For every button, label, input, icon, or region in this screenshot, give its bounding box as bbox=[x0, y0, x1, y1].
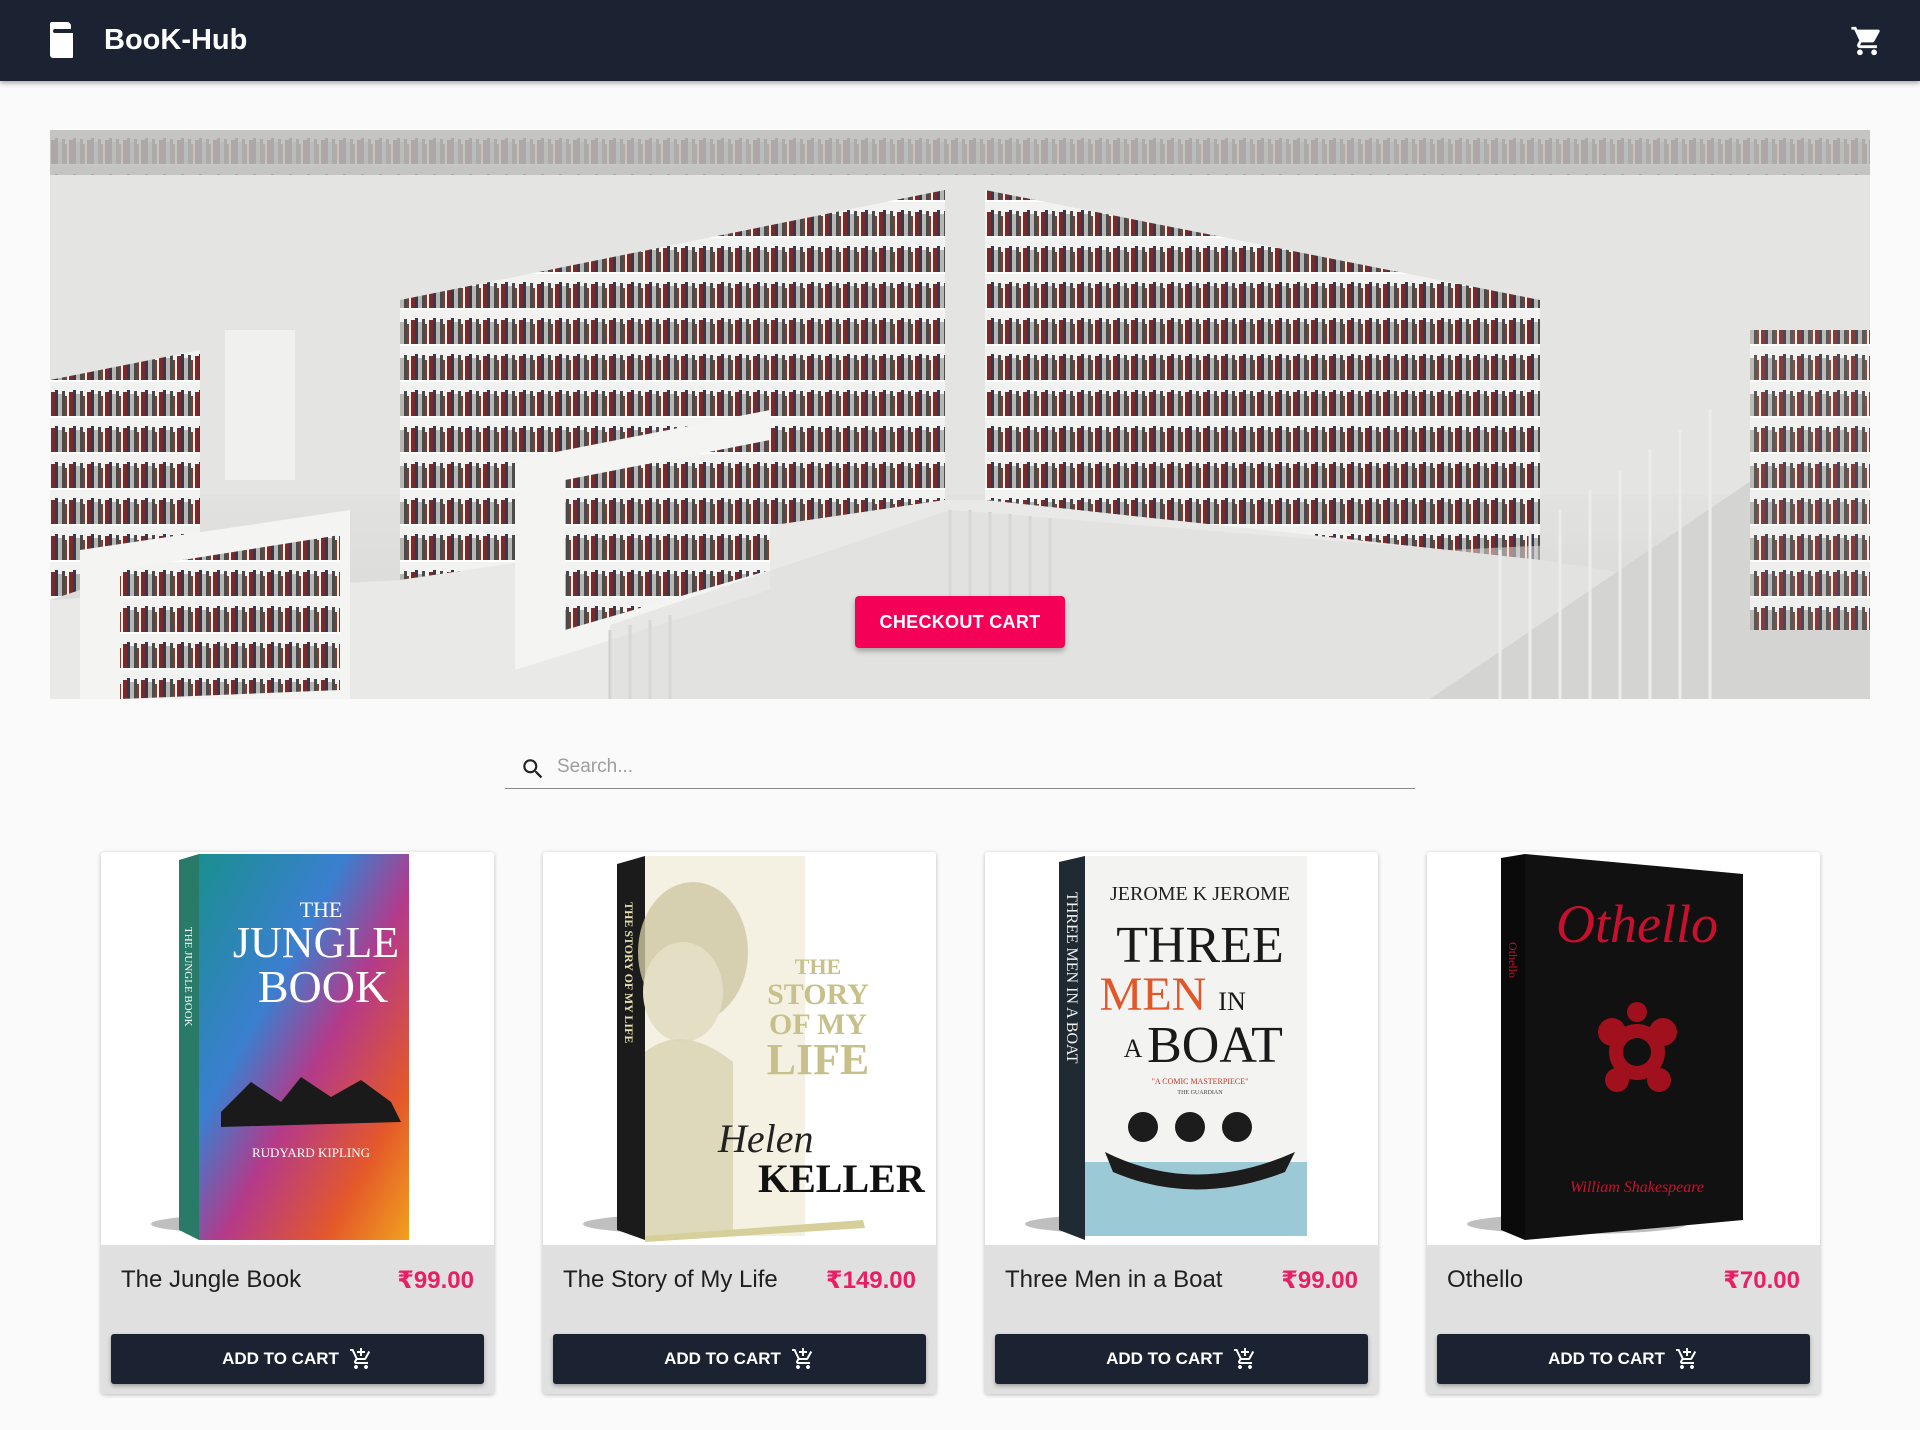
product-card: THE JUNGLE BOOK RUDYARD KIPLING THE JUNG… bbox=[101, 852, 494, 1394]
add-to-cart-button[interactable]: ADD TO CART bbox=[111, 1334, 484, 1384]
cover-text: BOAT bbox=[1147, 1017, 1283, 1074]
add-shopping-cart-icon bbox=[1675, 1348, 1697, 1369]
product-price: ₹149.00 bbox=[825, 1267, 916, 1294]
cover-spine: THE JUNGLE BOOK bbox=[182, 927, 194, 1027]
product-title: Three Men in a Boat bbox=[1005, 1266, 1223, 1293]
cover-text: BOOK bbox=[258, 961, 388, 1012]
cover-title: Othello bbox=[1556, 894, 1718, 954]
cover-spine: Othello bbox=[1506, 942, 1520, 978]
add-to-cart-button[interactable]: ADD TO CART bbox=[553, 1334, 926, 1384]
add-shopping-cart-icon bbox=[349, 1348, 371, 1369]
add-to-cart-label: ADD TO CART bbox=[664, 1349, 781, 1368]
product-image[interactable]: Othello William Shakespeare Othello bbox=[1427, 852, 1820, 1245]
product-price: ₹99.00 bbox=[397, 1267, 474, 1294]
brand-title[interactable]: BooK-Hub bbox=[104, 20, 247, 60]
product-title: The Jungle Book bbox=[121, 1266, 302, 1293]
cover-spine: THE STORY OF MY LIFE bbox=[622, 902, 636, 1043]
book-cover-three-men-in-a-boat: JEROME K JEROME THREE MEN IN A BOAT "A C… bbox=[1025, 856, 1307, 1240]
cover-author: JEROME K JEROME bbox=[1110, 883, 1290, 905]
product-card: Othello William Shakespeare Othello Othe… bbox=[1427, 852, 1820, 1394]
checkout-cart-button[interactable]: CHECKOUT CART bbox=[855, 596, 1065, 648]
cover-author-first: Helen bbox=[717, 1116, 814, 1161]
search-icon bbox=[523, 759, 543, 779]
search-bar bbox=[505, 744, 1415, 789]
cover-text: IN bbox=[1218, 987, 1246, 1016]
add-to-cart-label: ADD TO CART bbox=[222, 1349, 339, 1368]
product-image[interactable]: THE STORY OF MY LIFE Helen KELLER THE ST… bbox=[543, 852, 936, 1245]
add-to-cart-button[interactable]: ADD TO CART bbox=[995, 1334, 1368, 1384]
search-input[interactable] bbox=[557, 750, 1397, 784]
hero-banner: CHECKOUT CART bbox=[50, 130, 1870, 699]
product-image[interactable]: JEROME K JEROME THREE MEN IN A BOAT "A C… bbox=[985, 852, 1378, 1245]
book-cover-jungle-book: THE JUNGLE BOOK RUDYARD KIPLING THE JUNG… bbox=[151, 854, 409, 1240]
cover-text: STORY bbox=[767, 978, 869, 1011]
cover-author-last: KELLER bbox=[758, 1156, 926, 1201]
cover-spine: THREE MEN IN A BOAT bbox=[1063, 892, 1080, 1064]
add-to-cart-button[interactable]: ADD TO CART bbox=[1437, 1334, 1810, 1384]
app-bar: BooK-Hub bbox=[0, 0, 1920, 81]
product-title: The Story of My Life bbox=[563, 1266, 778, 1293]
book-cover-story-of-my-life: THE STORY OF MY LIFE Helen KELLER THE ST… bbox=[583, 856, 926, 1242]
product-title: Othello bbox=[1447, 1266, 1524, 1293]
product-price: ₹99.00 bbox=[1281, 1267, 1358, 1294]
cover-text: THE bbox=[795, 954, 841, 979]
product-price: ₹70.00 bbox=[1723, 1267, 1800, 1294]
cart-icon[interactable] bbox=[1850, 24, 1884, 58]
product-card: THE STORY OF MY LIFE Helen KELLER THE ST… bbox=[543, 852, 936, 1394]
product-image[interactable]: THE JUNGLE BOOK RUDYARD KIPLING THE JUNG… bbox=[101, 852, 494, 1245]
cover-text: JUNGLE bbox=[233, 918, 399, 967]
product-card: JEROME K JEROME THREE MEN IN A BOAT "A C… bbox=[985, 852, 1378, 1394]
add-to-cart-label: ADD TO CART bbox=[1106, 1349, 1223, 1368]
cover-quote: "A COMIC MASTERPIECE" bbox=[1152, 1077, 1249, 1086]
cover-text: MEN bbox=[1100, 968, 1207, 1021]
book-icon bbox=[49, 22, 73, 58]
cover-text: THREE bbox=[1116, 917, 1284, 974]
cover-text: A bbox=[1124, 1034, 1143, 1063]
add-shopping-cart-icon bbox=[791, 1348, 813, 1369]
book-cover-othello: Othello William Shakespeare Othello bbox=[1467, 854, 1743, 1240]
cover-author: William Shakespeare bbox=[1570, 1179, 1704, 1196]
add-to-cart-label: ADD TO CART bbox=[1548, 1349, 1665, 1368]
cover-text: LIFE bbox=[767, 1035, 870, 1084]
cover-quote-source: THE GUARDIAN bbox=[1177, 1090, 1223, 1096]
cover-author: RUDYARD KIPLING bbox=[252, 1145, 370, 1160]
add-shopping-cart-icon bbox=[1233, 1348, 1255, 1369]
